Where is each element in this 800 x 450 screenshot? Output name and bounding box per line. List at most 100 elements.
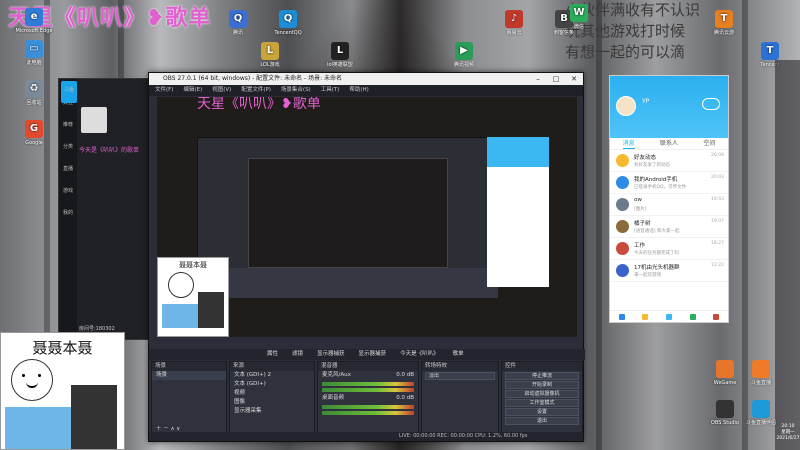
app-icon — [716, 360, 734, 378]
tab-contacts[interactable]: 联系人 — [660, 138, 678, 149]
taskbar-app[interactable]: 斗鱼直播 — [744, 360, 778, 386]
douyu-nav-item[interactable]: 我的 — [59, 205, 77, 227]
menu-item[interactable]: 场景集合(S) — [281, 85, 311, 96]
taskbar-app-label: 斗鱼直播 — [750, 380, 771, 386]
chat-icon[interactable] — [665, 313, 672, 320]
menu-item[interactable]: 视图(V) — [212, 85, 231, 96]
desktop-icon[interactable]: e Microsoft Edge — [10, 8, 58, 34]
scene-item[interactable]: 场景 — [152, 371, 226, 380]
weather-icon[interactable] — [702, 98, 720, 110]
game-icon[interactable] — [689, 313, 696, 320]
scenes-header: 场景 — [152, 362, 226, 371]
desktop-icon[interactable]: ▶ 腾讯视频 — [440, 42, 488, 68]
system-clock[interactable]: 20:10 星期一 2021/6/27 — [776, 424, 800, 442]
desktop-icon[interactable]: T 腾讯云游 — [700, 10, 748, 36]
qq-conversation[interactable]: ow [图片] 19:43 — [610, 194, 728, 216]
properties-button[interactable]: 属性 — [267, 349, 278, 360]
source-item[interactable]: 图像 — [230, 398, 314, 407]
desktop-icon[interactable]: Q 腾讯 — [214, 10, 262, 36]
douyu-nav-item[interactable]: 游戏 — [59, 183, 77, 205]
menu-icon[interactable] — [618, 313, 625, 320]
exit-button[interactable]: 退出 — [505, 417, 579, 425]
conversation-time: 20:03 — [711, 175, 724, 180]
douyu-nav-item[interactable]: 直播 — [59, 161, 77, 183]
desktop-icon[interactable]: Q TencentQQ — [264, 10, 312, 36]
app-icon: T — [715, 10, 733, 28]
qq-tabs: 消息 联系人 空间 — [610, 138, 728, 150]
qq-conversation[interactable]: 工作 今天的任务都完成了吗 18:27 — [610, 238, 728, 260]
text-source-label-2[interactable]: 歌单 — [453, 349, 464, 360]
douyu-logo[interactable]: 斗鱼 — [61, 81, 77, 103]
avatar — [616, 176, 629, 189]
source-select-2[interactable]: 显示器捕获 — [359, 349, 387, 360]
app-icon: L — [261, 42, 279, 60]
virtual-camera-button[interactable]: 启动虚拟摄像机 — [505, 390, 579, 398]
volume-meter[interactable] — [322, 382, 414, 386]
conversation-name: 我的Android手机 — [634, 177, 678, 183]
app-icon: W — [570, 4, 588, 22]
qq-conversation[interactable]: 好友动态 有好友发了新动态 20:08 — [610, 150, 728, 172]
app-icon: ▶ — [455, 42, 473, 60]
maximize-icon[interactable]: □ — [547, 73, 565, 85]
obs-preview[interactable]: 天星《叭叭》❥歌单 聂聂本聂 — [157, 97, 577, 337]
text-source-label[interactable]: 今天是《叭叭》 — [400, 349, 439, 360]
source-select[interactable]: 显示器捕获 — [317, 349, 345, 360]
source-item[interactable]: 文本 (GDI+) 2 — [230, 371, 314, 380]
menu-item[interactable]: 工具(T) — [321, 85, 340, 96]
mixer-channel-db: 0.0 dB — [396, 372, 414, 378]
tab-space[interactable]: 空间 — [703, 138, 715, 149]
desktop-icon[interactable]: Llol英雄联盟 — [316, 42, 364, 68]
clock-date: 2021/6/27 — [776, 436, 800, 441]
volume-meter[interactable] — [322, 405, 414, 409]
minimize-icon[interactable]: – — [529, 73, 547, 85]
douyu-sidebar: 斗鱼 关注 推荐 分类 直播 游戏 我的 — [59, 79, 77, 339]
tab-messages[interactable]: 消息 — [622, 138, 635, 149]
douyu-nav-item[interactable]: 推荐 — [59, 117, 77, 139]
qq-avatar[interactable] — [616, 96, 636, 116]
desktop-icon[interactable]: G Google — [10, 120, 58, 146]
desktop-icon[interactable]: ♻ 回收站 — [10, 80, 58, 106]
source-item[interactable]: 显示器采集 — [230, 407, 314, 416]
mixer-channel-name: 麦克风/Aux — [322, 372, 351, 378]
mixer-dock: 混音器 麦克风/Aux 0.0 dB 桌面音频 0.0 dB — [317, 361, 419, 435]
qq-conversation[interactable]: 17机由光头机器群 来一起玩游戏 12:22 — [610, 260, 728, 282]
start-recording-button[interactable]: 开始录制 — [505, 381, 579, 389]
menu-item[interactable]: 配置文件(P) — [241, 85, 271, 96]
transition-select[interactable]: 淡出 — [425, 372, 495, 380]
desktop-icon[interactable]: ♪ 网易云 — [490, 10, 538, 36]
controls-header: 控件 — [502, 362, 582, 371]
volume-meter[interactable] — [322, 388, 414, 392]
volume-meter[interactable] — [322, 411, 414, 415]
desktop-icon[interactable]: L LOL游戏 — [246, 42, 294, 68]
app-icon: ♪ — [505, 10, 523, 28]
app-icon[interactable] — [713, 313, 720, 320]
studio-mode-button[interactable]: 工作室模式 — [505, 399, 579, 407]
qq-conversation[interactable]: 我的Android手机 已登录手机QQ，可传文件 20:03 — [610, 172, 728, 194]
menu-item[interactable]: 帮助(H) — [349, 85, 368, 96]
settings-button[interactable]: 设置 — [505, 408, 579, 416]
streamer-avatar[interactable] — [81, 107, 107, 133]
qq-conversation[interactable]: 橘子树 [语音通话] 和大家一起 19:07 — [610, 216, 728, 238]
menu-item[interactable]: 文件(F) — [155, 85, 173, 96]
desktop-icon[interactable]: ▭ 此电脑 — [10, 40, 58, 66]
conversation-preview: 今天的任务都完成了吗 — [634, 251, 679, 256]
stop-stream-button[interactable]: 停止推流 — [505, 372, 579, 380]
taskbar-app[interactable]: 斗鱼直播伴侣 — [744, 400, 778, 426]
taskbar-app[interactable]: WeGame — [708, 360, 742, 386]
source-item[interactable]: 文本 (GDI+) — [230, 380, 314, 389]
close-icon[interactable]: ✕ — [565, 73, 583, 85]
conversation-time: 12:22 — [711, 263, 724, 268]
app-icon: e — [25, 8, 43, 26]
app-icon — [752, 400, 770, 418]
source-item[interactable]: 视频 — [230, 389, 314, 398]
douyu-nav-item[interactable]: 分类 — [59, 139, 77, 161]
taskbar-app[interactable]: OBS Studio — [708, 400, 742, 426]
menu-item[interactable]: 编辑(E) — [183, 85, 202, 96]
preview-qq-mirror — [487, 137, 549, 287]
star-icon[interactable] — [642, 313, 649, 320]
app-icon — [716, 400, 734, 418]
taskbar-app-label: 斗鱼直播伴侣 — [745, 420, 776, 426]
filters-button[interactable]: 滤镜 — [292, 349, 303, 360]
desktop-icon[interactable]: W 微信 — [555, 4, 603, 30]
transitions-dock: 转场特效 淡出 — [421, 361, 499, 435]
